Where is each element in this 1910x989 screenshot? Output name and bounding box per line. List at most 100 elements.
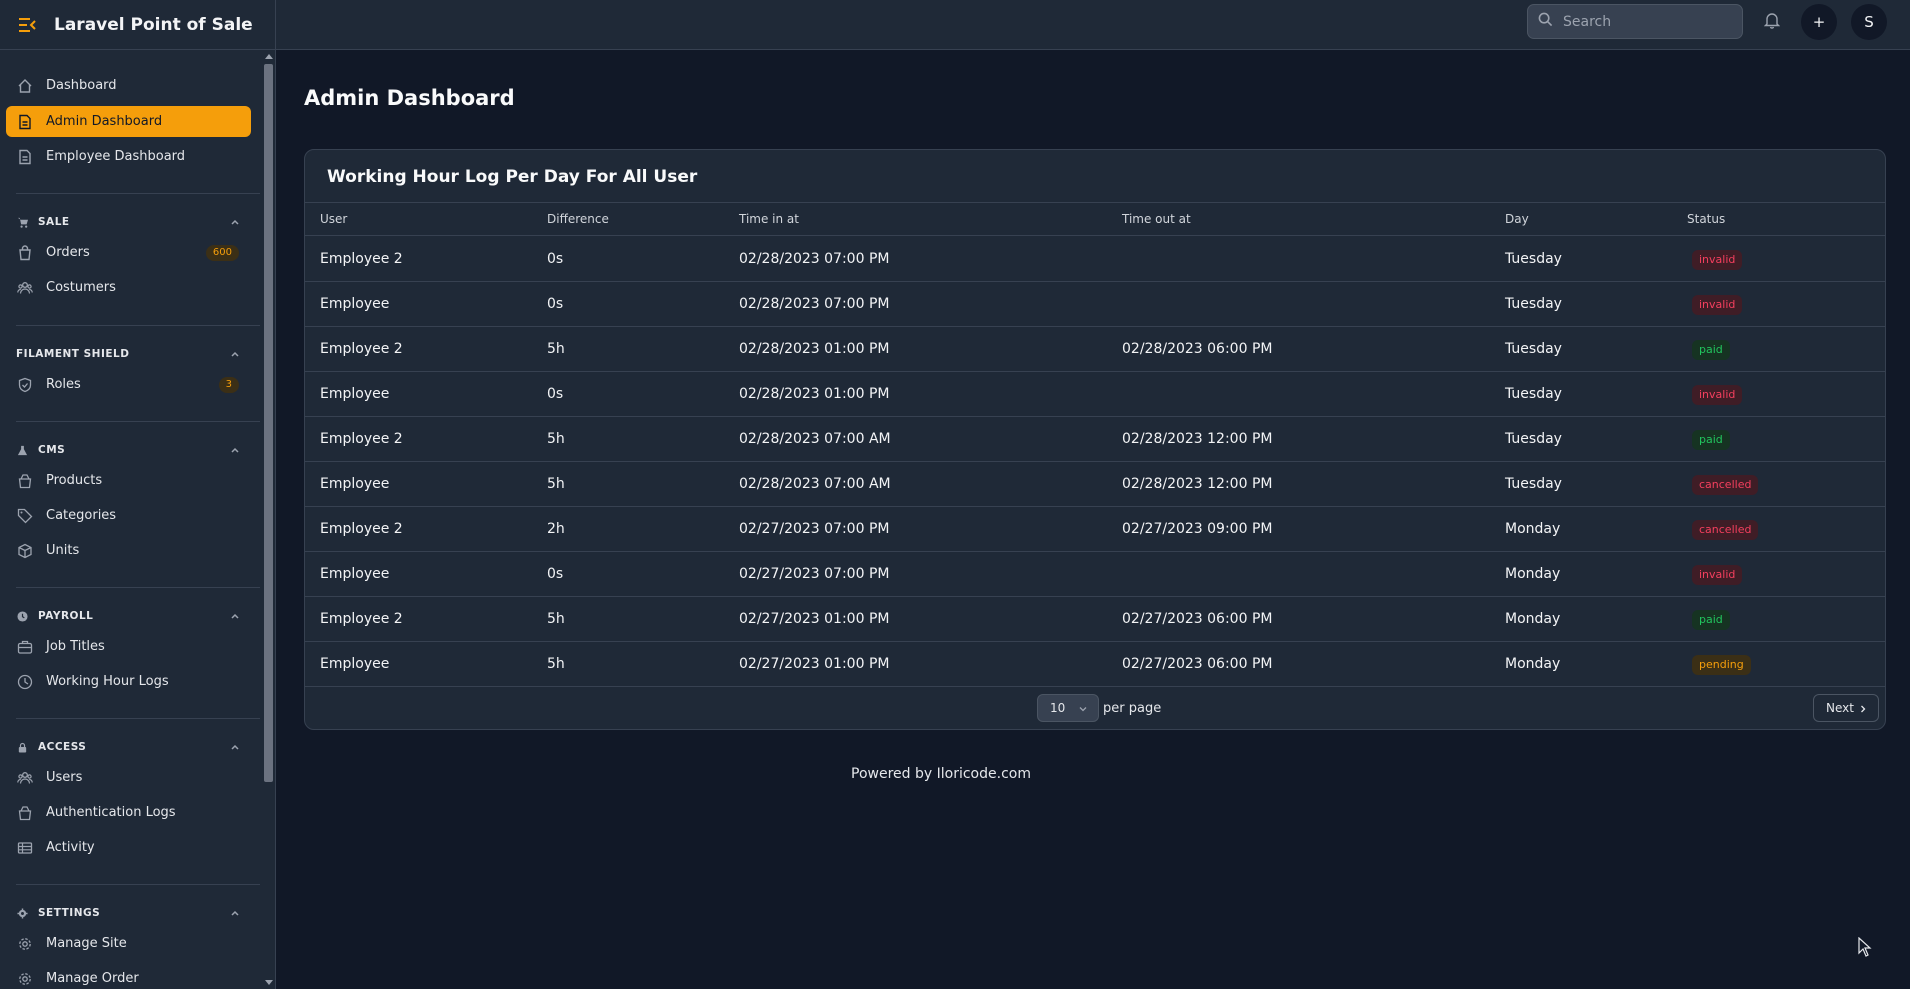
sidebar-item-dashboard[interactable]: Dashboard [6,70,251,101]
sidebar-item-costumers[interactable]: Costumers [6,272,251,303]
column-header-difference[interactable]: Difference [547,212,609,226]
chevron-up-icon [231,351,239,357]
clock-icon [16,673,34,691]
table-icon [16,839,34,857]
cell-user: Employee [320,566,390,582]
search-icon [1538,12,1553,31]
status-badge: cancelled [1692,520,1759,540]
per-page-select[interactable]: 10 [1037,694,1099,722]
table-row[interactable]: Employee 2 0s 02/28/2023 07:00 PM Tuesday in… [305,237,1885,282]
column-header-time-in[interactable]: Time in at [739,212,799,226]
sidebar-item-admin-dashboard[interactable]: Admin Dashboard [6,106,251,137]
table-row[interactable]: Employee 2 5h 02/28/2023 07:00 AM 02/28/202… [305,417,1885,462]
sidebar: Dashboard Admin Dashboard Employee Dashb… [0,50,262,989]
cell-user: Employee [320,476,390,492]
cell-time-out: 02/27/2023 06:00 PM [1122,656,1273,672]
bag-icon [16,472,34,490]
footer-text[interactable]: Powered by Iloricode.com [851,766,1031,782]
table-row[interactable]: Employee 0s 02/27/2023 07:00 PM Monday inval… [305,552,1885,597]
sidebar-item-manage-site[interactable]: Manage Site [6,928,251,959]
status-badge: paid [1692,610,1730,630]
mouse-cursor-icon [1858,937,1872,957]
table-row[interactable]: Employee 0s 02/28/2023 01:00 PM Tuesday inva… [305,372,1885,417]
next-label: Next [1826,701,1854,715]
sidebar-item-employee-dashboard[interactable]: Employee Dashboard [6,141,251,172]
column-header-status[interactable]: Status [1687,212,1725,226]
table-row[interactable]: Employee 5h 02/28/2023 07:00 AM 02/28/2023 … [305,462,1885,507]
cell-user: Employee [320,386,390,402]
next-page-button[interactable]: Next [1813,694,1879,722]
table-row[interactable]: Employee 5h 02/27/2023 01:00 PM 02/27/2023 … [305,642,1885,687]
add-button[interactable]: + [1801,4,1837,40]
status-badge: paid [1692,430,1730,450]
cell-day: Monday [1505,611,1561,627]
scroll-up-icon[interactable] [265,54,273,59]
sidebar-item-working-hour-logs[interactable]: Working Hour Logs [6,666,251,697]
search-input[interactable] [1563,13,1723,30]
cell-user: Employee 2 [320,431,403,447]
group-cms[interactable]: CMS [16,440,241,460]
sidebar-item-label: Orders [46,245,90,260]
sidebar-scrollbar[interactable] [262,50,276,989]
sidebar-item-label: Manage Order [46,971,139,986]
group-payroll[interactable]: PAYROLL [16,606,241,626]
column-header-user[interactable]: User [320,212,347,226]
table-row[interactable]: Employee 2 5h 02/28/2023 01:00 PM 02/28/202… [305,327,1885,372]
sidebar-item-units[interactable]: Units [6,535,251,566]
sidebar-item-categories[interactable]: Categories [6,500,251,531]
table-row[interactable]: Employee 0s 02/28/2023 07:00 PM Tuesday inva… [305,282,1885,327]
cell-time-in: 02/27/2023 01:00 PM [739,611,890,627]
group-sale[interactable]: SALE [16,212,241,232]
document-icon [16,148,34,166]
sidebar-item-authentication-logs[interactable]: Authentication Logs [6,797,251,828]
sidebar-item-label: Products [46,473,103,488]
cart-icon [16,216,28,228]
divider [16,718,260,719]
home-icon [16,77,34,95]
cell-time-in: 02/28/2023 01:00 PM [739,341,890,357]
bell-icon[interactable] [1763,11,1784,31]
cell-day: Monday [1505,521,1561,537]
sidebar-item-job-titles[interactable]: Job Titles [6,631,251,662]
cell-difference: 0s [547,386,564,402]
sidebar-item-orders[interactable]: Orders 600 [6,237,251,268]
cell-time-in: 02/28/2023 01:00 PM [739,386,890,402]
per-page-label: per page [1103,701,1162,716]
cell-difference: 5h [547,431,565,447]
sidebar-item-manage-order[interactable]: Manage Order [6,963,251,989]
group-access[interactable]: ACCESS [16,737,241,757]
group-filament-shield[interactable]: FILAMENT SHIELD [16,344,241,364]
cell-day: Tuesday [1505,386,1562,402]
cog-solid-icon [16,907,28,919]
sidebar-item-products[interactable]: Products [6,465,251,496]
table-header: User Difference Time in at Time out at D… [305,202,1885,236]
app-title[interactable]: Laravel Point of Sale [54,15,253,35]
status-badge: invalid [1692,565,1743,585]
cell-difference: 0s [547,251,564,267]
scrollbar-thumb[interactable] [264,64,273,782]
table-row[interactable]: Employee 2 5h 02/27/2023 01:00 PM 02/27/202… [305,597,1885,642]
count-badge: 3 [218,377,239,393]
scroll-down-icon[interactable] [265,980,273,985]
column-header-time-out[interactable]: Time out at [1122,212,1191,226]
cell-difference: 5h [547,341,565,357]
per-page-value: 10 [1050,701,1066,715]
flask-icon [16,444,28,456]
cell-day: Monday [1505,656,1561,672]
sidebar-item-activity[interactable]: Activity [6,832,251,863]
menu-collapse-icon[interactable] [16,14,38,36]
chevron-up-icon [231,447,239,453]
column-header-day[interactable]: Day [1505,212,1529,226]
cell-time-out: 02/28/2023 06:00 PM [1122,341,1273,357]
sidebar-item-roles[interactable]: Roles 3 [6,369,251,400]
divider [16,587,260,588]
table-row[interactable]: Employee 2 2h 02/27/2023 07:00 PM 02/27/202… [305,507,1885,552]
cell-day: Tuesday [1505,251,1562,267]
search-box[interactable] [1527,4,1743,39]
cell-day: Tuesday [1505,431,1562,447]
cell-user: Employee [320,656,390,672]
group-settings[interactable]: SETTINGS [16,903,241,923]
avatar[interactable]: S [1851,4,1887,40]
cell-time-out: 02/28/2023 12:00 PM [1122,476,1273,492]
cell-time-in: 02/27/2023 07:00 PM [739,521,890,537]
